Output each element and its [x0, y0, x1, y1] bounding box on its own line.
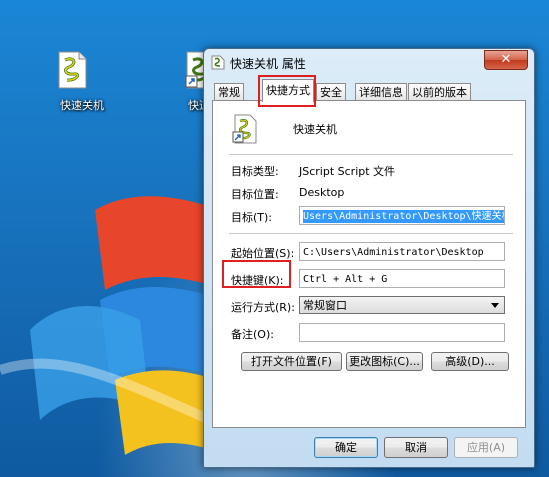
target-location-label: 目标位置: [231, 188, 279, 201]
window-title: 快速关机 属性 [230, 57, 306, 71]
start-in-label: 起始位置(S): [231, 247, 295, 260]
script-file-icon [211, 55, 225, 70]
advanced-button[interactable]: 高级(D)... [431, 352, 509, 371]
button-label: 高级(D)... [445, 355, 495, 368]
start-in-input-text: C:\Users\Administrator\Desktop [303, 247, 484, 258]
file-name: 快速关机 [293, 123, 337, 136]
cancel-button[interactable]: 取消 [384, 437, 448, 458]
apply-button[interactable]: 应用(A) [454, 437, 518, 458]
run-select[interactable]: 常规窗口 [299, 296, 505, 314]
chevron-down-icon [491, 303, 499, 308]
close-button[interactable]: ✕ [484, 50, 528, 70]
target-input-text: Users\Administrator\Desktop\快速关机.js [303, 210, 504, 223]
change-icon-button[interactable]: 更改图标(C)... [346, 352, 423, 371]
open-file-location-button[interactable]: 打开文件位置(F) [241, 352, 342, 371]
desktop-icon-label: 快速关机 [60, 99, 104, 112]
tab-highlight-box [258, 75, 316, 107]
target-type-value: JScript Script 文件 [299, 165, 396, 178]
close-icon: ✕ [500, 52, 512, 67]
title-bar[interactable]: 快速关机 属性 ✕ [204, 49, 534, 75]
target-type-label: 目标类型: [231, 165, 279, 178]
button-label: 应用(A) [466, 441, 506, 454]
run-select-value: 常规窗口 [303, 299, 347, 312]
shortcut-key-input[interactable]: Ctrl + Alt + G [299, 269, 505, 288]
button-label: 取消 [405, 441, 427, 454]
comment-label: 备注(O): [231, 328, 274, 341]
script-file-icon [58, 51, 87, 89]
tab-security[interactable]: 安全 [316, 83, 346, 101]
shortcut-file-icon [232, 114, 257, 144]
separator [229, 233, 513, 234]
button-label: 确定 [335, 441, 357, 454]
shortcut-key-input-text: Ctrl + Alt + G [303, 274, 388, 285]
desktop-icon-shutdown[interactable]: 快速关机 [42, 50, 104, 112]
button-label: 更改图标(C)... [349, 355, 420, 368]
start-in-input[interactable]: C:\Users\Administrator\Desktop [299, 242, 505, 261]
ok-button[interactable]: 确定 [314, 437, 378, 458]
separator [229, 154, 513, 155]
tab-previous-versions[interactable]: 以前的版本 [408, 83, 471, 101]
tab-label: 详细信息 [359, 86, 403, 99]
properties-dialog: 快速关机 属性 ✕ 常规 快捷方式 安全 详细信息 以前的版本 快速关机 目标类… [203, 48, 535, 468]
target-input[interactable]: Users\Administrator\Desktop\快速关机.js [299, 206, 505, 225]
tab-details[interactable]: 详细信息 [355, 83, 407, 101]
target-label: 目标(T): [231, 211, 273, 224]
tab-general[interactable]: 常规 [214, 83, 244, 101]
button-label: 打开文件位置(F) [251, 355, 332, 368]
tab-label: 常规 [218, 86, 240, 99]
target-location-value: Desktop [299, 186, 345, 199]
comment-input[interactable] [299, 323, 505, 342]
tab-label: 以前的版本 [412, 86, 467, 99]
tab-label: 安全 [320, 86, 342, 99]
shortcut-key-highlight-box [222, 260, 291, 288]
run-label: 运行方式(R): [231, 301, 295, 314]
